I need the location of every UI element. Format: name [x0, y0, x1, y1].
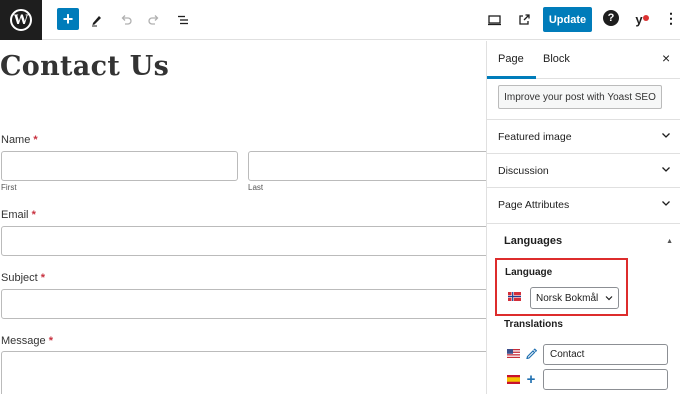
sidebar-tabs: Page Block ×: [487, 41, 680, 79]
spain-flag-icon: [507, 375, 520, 384]
first-sublabel: First: [1, 183, 17, 192]
yoast-improve-button[interactable]: Improve your post with Yoast SEO: [498, 85, 662, 109]
chevron-down-icon: [662, 201, 670, 206]
panel-languages[interactable]: Languages ▲: [487, 223, 680, 257]
yoast-seo-button[interactable]: y: [628, 9, 650, 29]
editor-toolbar: W + Update ? y ⋮: [0, 0, 680, 40]
caret-up-icon: ▲: [666, 238, 673, 245]
required-marker: *: [31, 209, 36, 221]
tab-page[interactable]: Page: [498, 53, 524, 65]
translations-label: Translations: [504, 319, 563, 330]
panel-label: Discussion: [498, 164, 549, 177]
name-field-label: Name *: [1, 134, 38, 146]
email-field-label: Email *: [1, 209, 36, 221]
wordpress-logo-button[interactable]: W: [0, 0, 42, 40]
required-marker: *: [33, 134, 38, 146]
last-name-input[interactable]: [248, 151, 486, 181]
required-marker: *: [40, 272, 46, 284]
external-link-icon: [519, 14, 530, 25]
preview-button[interactable]: [482, 8, 506, 32]
language-highlight-box: Language Norsk Bokmål: [495, 258, 628, 316]
chevron-down-icon: [662, 133, 670, 138]
yoast-status-dot: [643, 15, 649, 21]
plus-icon: +: [526, 370, 536, 388]
panel-label: Page Attributes: [498, 198, 570, 211]
panel-discussion[interactable]: Discussion: [487, 153, 680, 187]
panel-featured-image[interactable]: Featured image: [487, 119, 680, 153]
chevron-down-icon: [605, 296, 613, 301]
update-button[interactable]: Update: [543, 7, 592, 32]
tab-block[interactable]: Block: [543, 53, 570, 65]
translation-input-spanish[interactable]: [543, 369, 668, 390]
more-options-button[interactable]: ⋮: [664, 10, 678, 27]
language-label: Language: [505, 267, 553, 278]
pencil-icon: [92, 16, 101, 27]
active-tab-indicator: [487, 76, 536, 79]
list-view-button[interactable]: [171, 8, 195, 32]
chevron-down-icon: [662, 167, 670, 172]
first-name-input[interactable]: [1, 151, 238, 181]
pencil-icon: [526, 348, 537, 359]
tools-button[interactable]: [85, 8, 109, 32]
add-block-button[interactable]: +: [57, 8, 79, 30]
email-input[interactable]: [1, 226, 486, 256]
translation-value: Contact: [550, 349, 585, 360]
undo-icon: [121, 15, 132, 25]
panel-label: Languages: [504, 234, 563, 247]
message-field-label: Message *: [1, 335, 53, 347]
required-marker: *: [48, 335, 53, 347]
list-view-icon: [178, 15, 188, 25]
panel-label: Featured image: [498, 130, 572, 143]
translation-input-english[interactable]: Contact: [543, 344, 668, 365]
yoast-icon: y: [635, 11, 643, 27]
subject-input[interactable]: [1, 289, 486, 319]
panel-page-attributes[interactable]: Page Attributes: [487, 187, 680, 221]
view-page-button[interactable]: [512, 8, 536, 32]
edit-translation-button[interactable]: [524, 346, 538, 360]
close-sidebar-button[interactable]: ×: [662, 50, 670, 66]
subject-field-label: Subject *: [1, 272, 46, 284]
desktop-preview-icon: [487, 15, 501, 26]
help-button[interactable]: ?: [603, 10, 619, 26]
wordpress-logo-icon: W: [10, 9, 32, 31]
redo-icon: [148, 15, 159, 25]
add-translation-button[interactable]: +: [524, 370, 538, 388]
settings-sidebar: Page Block × Improve your post with Yoas…: [486, 41, 680, 394]
norway-flag-icon: [508, 292, 521, 301]
redo-button[interactable]: [142, 8, 166, 32]
editor-canvas: Contact Us Name * First Last Email * Sub…: [0, 41, 486, 394]
page-title[interactable]: Contact Us: [0, 51, 169, 82]
last-sublabel: Last: [248, 183, 264, 192]
selected-language: Norsk Bokmål: [536, 292, 599, 304]
message-textarea[interactable]: [1, 351, 486, 394]
us-flag-icon: [507, 349, 520, 358]
language-select[interactable]: Norsk Bokmål: [530, 287, 619, 309]
undo-button[interactable]: [114, 8, 138, 32]
